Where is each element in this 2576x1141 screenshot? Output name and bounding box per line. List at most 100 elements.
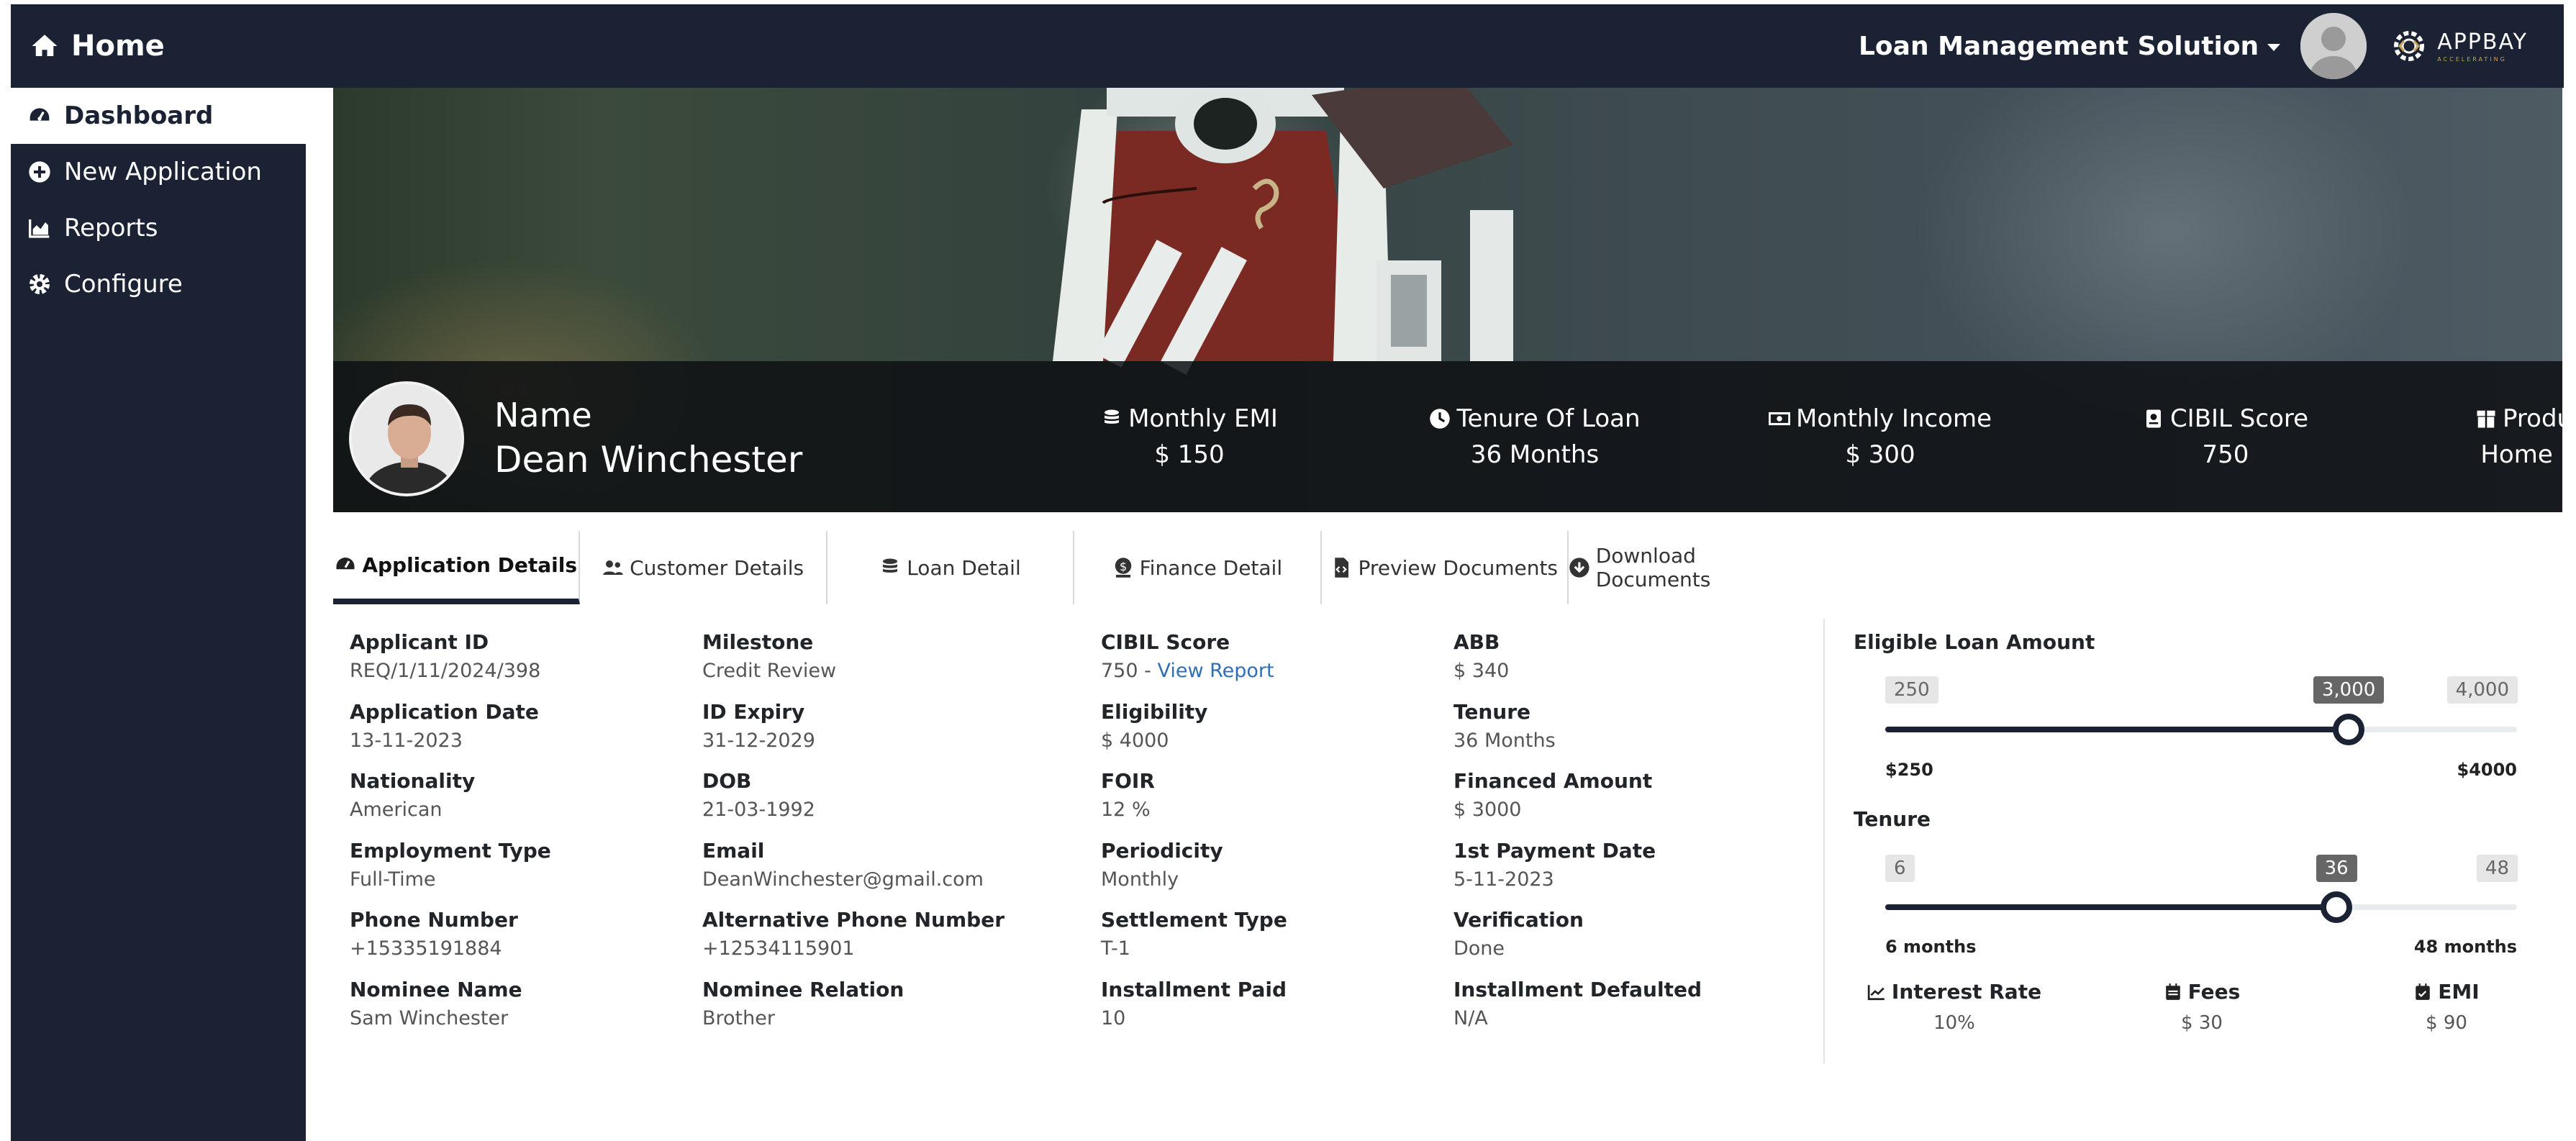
tab-loan-detail[interactable]: Loan Detail — [827, 531, 1075, 604]
stat-value: $ 300 — [1845, 440, 1915, 469]
field-phone-number: Phone Number +15335191884 — [350, 908, 551, 978]
field-milestone: Milestone Credit Review — [702, 630, 1004, 700]
summary-label: EMI — [2438, 980, 2480, 1004]
tenure-min-label: 6 months — [1885, 937, 1977, 957]
stat-label: CIBIL Score — [2169, 404, 2309, 433]
stat-tenure-of-loan: Tenure Of Loan 36 Months — [1398, 404, 1672, 469]
field-label: Application Date — [350, 699, 539, 724]
sidebar-item-reports[interactable]: Reports — [11, 200, 306, 256]
tachometer-icon — [336, 558, 355, 570]
field-value: +12534115901 — [702, 937, 855, 960]
field-applicant-id: Applicant ID REQ/1/11/2024/398 — [350, 630, 551, 700]
field-label: DOB — [702, 769, 752, 793]
tenure-slider-handle[interactable] — [2321, 891, 2353, 923]
field-cibil-score: CIBIL Score 750 - View Report — [1101, 630, 1287, 700]
dollar-icon: $ — [1115, 558, 1131, 578]
sidebar-item-dashboard[interactable]: Dashboard — [11, 88, 306, 144]
field-value: Sam Winchester — [350, 1006, 509, 1029]
money-bill-icon — [1768, 412, 1790, 426]
tab-label: Application Details — [362, 553, 578, 577]
tab-label: Finance Detail — [1139, 555, 1283, 580]
field-value: DeanWinchester@gmail.com — [702, 868, 984, 891]
applicant-photo — [349, 381, 464, 496]
field-label: Employment Type — [350, 838, 551, 863]
field-employment-type: Employment Type Full-Time — [350, 839, 551, 909]
field-id-expiry: ID Expiry 31-12-2029 — [702, 700, 1004, 770]
field-first-payment-date: 1st Payment Date 5-11-2023 — [1453, 839, 1702, 909]
app-selector-label: Loan Management Solution — [1858, 31, 2259, 61]
id-badge-icon — [2146, 409, 2161, 428]
field-value: REQ/1/11/2024/398 — [350, 660, 541, 682]
sidebar-item-label: Reports — [64, 214, 158, 242]
app-selector-dropdown[interactable]: Loan Management Solution — [1858, 31, 2281, 61]
field-label: Settlement Type — [1101, 908, 1287, 932]
stat-value: $ 150 — [1154, 440, 1225, 469]
stat-monthly-income: Monthly Income $ 300 — [1743, 404, 2017, 469]
summary-emi: EMI $ 90 — [2339, 980, 2554, 1034]
calendar-check-icon — [2416, 983, 2431, 1000]
loan-min-label: $250 — [1885, 760, 1933, 780]
file-code-icon — [1335, 558, 1349, 578]
sidebar-item-label: Configure — [64, 270, 183, 299]
slider-fill — [1885, 904, 2337, 910]
stat-value: 750 — [2202, 440, 2249, 469]
applicant-name: Dean Winchester — [494, 439, 803, 481]
details-column-2: Milestone Credit Review ID Expiry 31-12-20… — [702, 630, 1004, 1047]
loan-value-badge: 3,000 — [2313, 676, 2385, 704]
field-label: Milestone — [702, 630, 814, 654]
sidebar-item-configure[interactable]: Configure — [11, 256, 306, 312]
view-report-link[interactable]: View Report — [1157, 660, 1274, 682]
tab-label: Download Documents — [1595, 544, 1711, 591]
field-nationality: Nationality American — [350, 769, 551, 839]
tab-label: Preview Documents — [1358, 555, 1559, 580]
slider-fill — [1885, 727, 2349, 732]
tab-label: Customer Details — [630, 555, 804, 580]
home-link[interactable]: Home — [30, 4, 165, 88]
stat-monthly-emi: Monthly EMI $ 150 — [1053, 404, 1326, 469]
stat-label: Monthly Income — [1795, 404, 1992, 433]
field-label: 1st Payment Date — [1453, 838, 1656, 863]
tab-label: Loan Detail — [907, 555, 1021, 580]
field-value: $ 3000 — [1453, 799, 1522, 821]
loan-slider-handle[interactable] — [2332, 714, 2364, 745]
plus-circle-icon — [29, 161, 50, 183]
field-value: 12 % — [1101, 799, 1151, 821]
field-value: T-1 — [1101, 937, 1130, 960]
top-navbar: Home Loan Management Solution APPBAY ACC… — [11, 4, 2564, 88]
summary-interest-rate: Interest Rate 10% — [1846, 980, 2062, 1034]
coins-icon — [1105, 409, 1120, 424]
sidebar-item-new-application[interactable]: New Application — [11, 144, 306, 200]
tenure-value-badge: 36 — [2316, 855, 2357, 882]
tenure-min-badge: 6 — [1885, 855, 1915, 882]
tab-download-documents[interactable]: Download Documents — [1569, 531, 1815, 604]
user-avatar[interactable] — [2300, 13, 2367, 79]
gear-icon — [30, 274, 50, 294]
summary-value: 10% — [1933, 1012, 1975, 1034]
field-label: Nominee Name — [350, 977, 522, 1001]
tenure-slider[interactable] — [1885, 891, 2517, 923]
field-tenure: Tenure 36 Months — [1453, 700, 1702, 770]
details-column-4: ABB $ 340 Tenure 36 Months Financed Amount… — [1453, 630, 1702, 1047]
clock-icon — [1430, 409, 1451, 429]
summary-fees: Fees $ 30 — [2094, 980, 2310, 1034]
field-label: Nationality — [350, 769, 476, 793]
field-value: 5-11-2023 — [1453, 868, 1554, 891]
field-label: FOIR — [1101, 769, 1155, 793]
field-foir: FOIR 12 % — [1101, 769, 1287, 839]
field-value: Brother — [702, 1006, 775, 1029]
summary-value: $ 30 — [2181, 1012, 2223, 1034]
tab-preview-documents[interactable]: Preview Documents — [1322, 531, 1569, 604]
field-value: Credit Review — [702, 660, 837, 682]
field-settlement-type: Settlement Type T-1 — [1101, 908, 1287, 978]
field-periodicity: Periodicity Monthly — [1101, 839, 1287, 909]
field-installment-paid: Installment Paid 10 — [1101, 978, 1287, 1047]
tab-finance-detail[interactable]: $ Finance Detail — [1074, 531, 1322, 604]
summary-label: Fees — [2187, 980, 2241, 1004]
tab-application-details[interactable]: Application Details — [333, 531, 581, 604]
name-label: Name — [494, 396, 592, 435]
field-label: Periodicity — [1101, 838, 1223, 863]
tab-customer-details[interactable]: Customer Details — [580, 531, 827, 604]
stat-cibil-score: CIBIL Score 750 — [2089, 404, 2362, 469]
stat-value: 36 Months — [1470, 440, 1600, 469]
loan-amount-slider[interactable] — [1885, 714, 2517, 745]
